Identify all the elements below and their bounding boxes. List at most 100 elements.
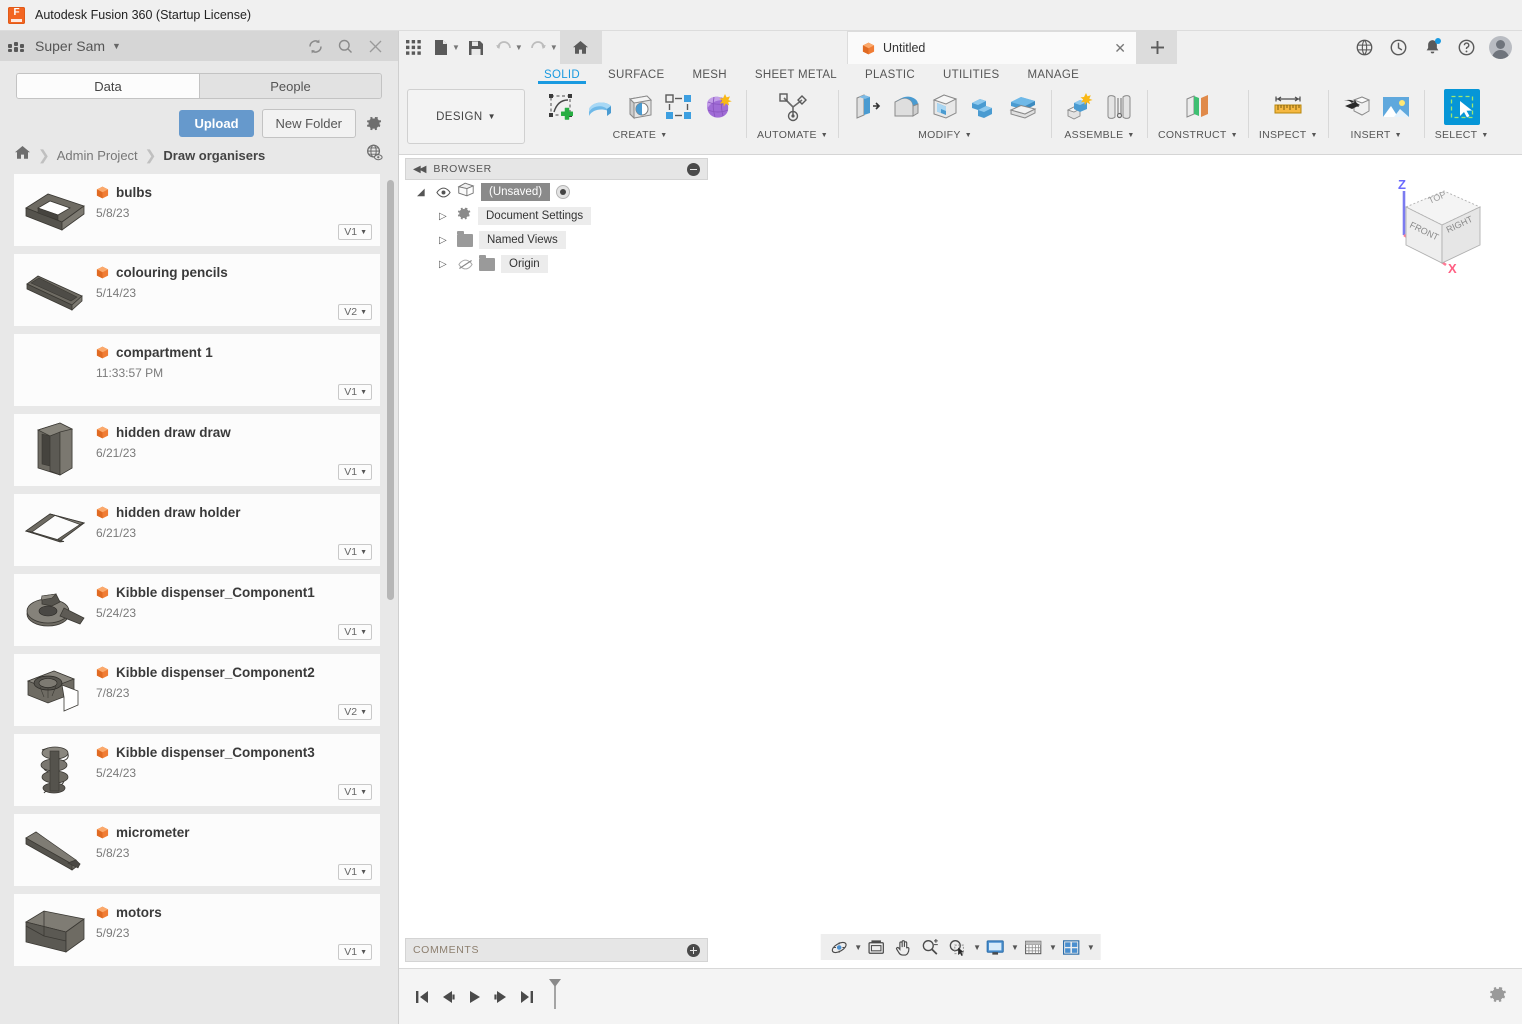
chevron-down-icon[interactable]: ▼ bbox=[1011, 943, 1019, 952]
upload-button[interactable]: Upload bbox=[179, 110, 254, 137]
file-list[interactable]: bulbs 5/8/23 V1 ▼ colouring pencils 5/14/23 V2… bbox=[0, 174, 398, 1024]
pan-icon[interactable] bbox=[891, 936, 916, 958]
globe-eye-icon[interactable] bbox=[365, 143, 384, 167]
create-sketch-icon[interactable] bbox=[544, 89, 580, 125]
globe-icon[interactable] bbox=[1348, 32, 1380, 64]
select-window-icon[interactable] bbox=[1443, 88, 1480, 125]
collapse-left-icon[interactable]: ◀◀ bbox=[413, 164, 426, 175]
shell-icon[interactable] bbox=[927, 89, 963, 125]
viewports-icon[interactable] bbox=[1059, 936, 1084, 958]
new-file-icon[interactable] bbox=[427, 34, 455, 62]
version-badge[interactable]: V1 ▼ bbox=[338, 544, 372, 560]
extrude-icon[interactable] bbox=[583, 89, 619, 125]
ribbon-tab-utilities[interactable]: UTILITIES bbox=[929, 69, 1013, 84]
close-icon[interactable]: ✕ bbox=[1114, 40, 1126, 57]
document-tab-untitled[interactable]: Untitled ✕ bbox=[847, 31, 1137, 64]
expand-arrow-icon[interactable]: ▷ bbox=[439, 259, 451, 270]
breadcrumb-item-1[interactable]: Draw organisers bbox=[163, 148, 265, 163]
grid-snaps-icon[interactable] bbox=[1021, 936, 1046, 958]
file-list-item[interactable]: bulbs 5/8/23 V1 ▼ bbox=[14, 174, 380, 246]
expand-arrow-icon[interactable]: ◢ bbox=[417, 187, 429, 198]
ribbon-tab-sheet-metal[interactable]: SHEET METAL bbox=[741, 69, 851, 84]
zoom-window-icon[interactable] bbox=[945, 936, 970, 958]
play-icon[interactable] bbox=[461, 982, 487, 1012]
combine-icon[interactable] bbox=[966, 89, 1002, 125]
chevron-down-icon[interactable]: ▼ bbox=[1049, 943, 1057, 952]
browser-tree-node[interactable]: ◢ (Unsaved) bbox=[405, 180, 708, 204]
version-badge[interactable]: V2 ▼ bbox=[338, 704, 372, 720]
chevron-down-icon[interactable]: ▼ bbox=[1127, 132, 1134, 139]
comments-bar[interactable]: COMMENTS bbox=[405, 938, 708, 962]
chevron-down-icon[interactable]: ▼ bbox=[660, 132, 667, 139]
fillet-icon[interactable] bbox=[888, 89, 924, 125]
display-settings-icon[interactable] bbox=[983, 936, 1008, 958]
undo-icon[interactable] bbox=[490, 34, 518, 62]
version-badge[interactable]: V1 ▼ bbox=[338, 224, 372, 240]
minus-circle-icon[interactable] bbox=[687, 162, 700, 176]
go-to-beginning-icon[interactable] bbox=[409, 982, 435, 1012]
press-pull-icon[interactable] bbox=[849, 89, 885, 125]
redo-icon[interactable] bbox=[525, 34, 553, 62]
file-list-item[interactable]: hidden draw draw 6/21/23 V1 ▼ bbox=[14, 414, 380, 486]
version-badge[interactable]: V1 ▼ bbox=[338, 464, 372, 480]
ribbon-tab-manage[interactable]: MANAGE bbox=[1013, 69, 1093, 84]
new-component-icon[interactable] bbox=[1062, 89, 1098, 125]
browser-tree-node[interactable]: ▷ Origin bbox=[405, 252, 708, 276]
file-list-item[interactable]: motors 5/9/23 V1 ▼ bbox=[14, 894, 380, 966]
gear-icon[interactable] bbox=[364, 114, 384, 134]
notifications-bell-icon[interactable] bbox=[1416, 32, 1448, 64]
new-tab-button[interactable] bbox=[1137, 31, 1177, 64]
form-icon[interactable] bbox=[700, 89, 736, 125]
save-icon[interactable] bbox=[462, 34, 490, 62]
chevron-down-icon[interactable]: ▼ bbox=[1087, 943, 1095, 952]
refresh-icon[interactable] bbox=[300, 33, 330, 59]
version-badge[interactable]: V2 ▼ bbox=[338, 304, 372, 320]
go-to-end-icon[interactable] bbox=[513, 982, 539, 1012]
automate-icon[interactable] bbox=[775, 89, 811, 125]
step-back-icon[interactable] bbox=[435, 982, 461, 1012]
ribbon-tab-mesh[interactable]: MESH bbox=[678, 69, 740, 84]
file-list-item[interactable]: colouring pencils 5/14/23 V2 ▼ bbox=[14, 254, 380, 326]
browser-tree-node[interactable]: ▷ Document Settings bbox=[405, 204, 708, 228]
step-forward-icon[interactable] bbox=[487, 982, 513, 1012]
timeline-marker-icon[interactable] bbox=[547, 977, 563, 1016]
chevron-down-icon[interactable]: ▼ bbox=[1310, 132, 1317, 139]
ribbon-tab-surface[interactable]: SURFACE bbox=[594, 69, 678, 84]
chevron-down-icon[interactable]: ▼ bbox=[1395, 132, 1402, 139]
file-list-item[interactable]: compartment 1 11:33:57 PM V1 ▼ bbox=[14, 334, 380, 406]
file-list-item[interactable]: Kibble dispenser_Component1 5/24/23 V1 ▼ bbox=[14, 574, 380, 646]
file-list-item[interactable]: Kibble dispenser_Component2 7/8/23 V2 ▼ bbox=[14, 654, 380, 726]
revolve-icon[interactable] bbox=[622, 89, 658, 125]
eye-hidden-icon[interactable] bbox=[457, 259, 473, 270]
gear-icon[interactable] bbox=[1489, 985, 1508, 1009]
version-badge[interactable]: V1 ▼ bbox=[338, 624, 372, 640]
plus-circle-icon[interactable] bbox=[687, 943, 700, 957]
chevron-down-icon[interactable]: ▼ bbox=[452, 43, 460, 52]
new-folder-button[interactable]: New Folder bbox=[261, 109, 356, 138]
search-icon[interactable] bbox=[330, 33, 360, 59]
file-list-item[interactable]: hidden draw holder 6/21/23 V1 ▼ bbox=[14, 494, 380, 566]
version-badge[interactable]: V1 ▼ bbox=[338, 784, 372, 800]
user-avatar[interactable] bbox=[1484, 32, 1516, 64]
pattern-icon[interactable] bbox=[661, 89, 697, 125]
insert-image-icon[interactable] bbox=[1378, 89, 1414, 125]
vertical-scrollbar[interactable] bbox=[387, 174, 394, 1024]
measure-icon[interactable] bbox=[1270, 89, 1306, 125]
browser-tree[interactable]: ◢ (Unsaved) ▷ Document Settings ▷ Named Views… bbox=[405, 180, 708, 276]
zoom-icon[interactable] bbox=[918, 936, 943, 958]
file-list-item[interactable]: Kibble dispenser_Component3 5/24/23 V1 ▼ bbox=[14, 734, 380, 806]
chevron-down-icon[interactable]: ▼ bbox=[515, 43, 523, 52]
chevron-down-icon[interactable]: ▼ bbox=[1481, 132, 1488, 139]
version-badge[interactable]: V1 ▼ bbox=[338, 864, 372, 880]
construct-plane-icon[interactable] bbox=[1180, 89, 1216, 125]
browser-tree-node[interactable]: ▷ Named Views bbox=[405, 228, 708, 252]
version-badge[interactable]: V1 ▼ bbox=[338, 384, 372, 400]
chevron-down-icon[interactable]: ▼ bbox=[973, 943, 981, 952]
home-icon[interactable] bbox=[559, 31, 602, 64]
expand-arrow-icon[interactable]: ▷ bbox=[439, 211, 451, 222]
scrollbar-thumb[interactable] bbox=[387, 180, 394, 600]
chevron-down-icon[interactable]: ▼ bbox=[1231, 132, 1238, 139]
breadcrumb-item-0[interactable]: Admin Project bbox=[57, 148, 138, 163]
ribbon-tab-solid[interactable]: SOLID bbox=[530, 69, 594, 84]
design-canvas[interactable]: ◀◀ BROWSER ◢ (Unsaved) ▷ Document Settings ▷… bbox=[399, 155, 1522, 968]
